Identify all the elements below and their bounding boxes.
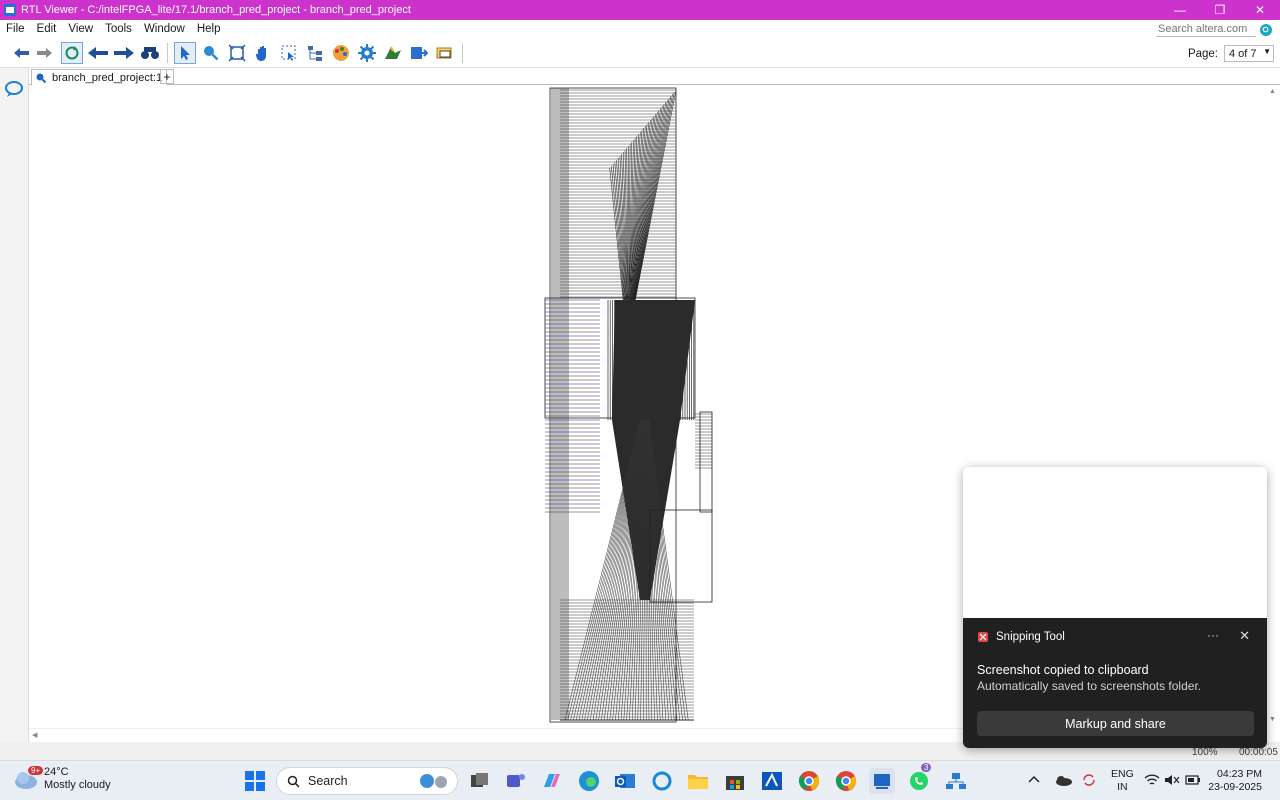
forward-icon[interactable]	[33, 42, 55, 64]
rtl-viewer-taskbar-icon[interactable]	[869, 768, 895, 794]
title-bar: RTL Viewer - C:/intelFPGA_lite/17.1/bran…	[0, 0, 1280, 20]
elapsed-time: 00:00:05	[1239, 747, 1278, 758]
language-code: ENG	[1111, 768, 1134, 780]
toolbar: Page: 4 of 7 ▼	[0, 38, 1280, 68]
scroll-down-icon[interactable]: ▼	[1269, 716, 1276, 723]
close-window-button[interactable]: ✕	[1240, 0, 1280, 20]
scroll-up-icon[interactable]: ▲	[1269, 88, 1276, 95]
toast-headline: Screenshot copied to clipboard	[977, 663, 1149, 677]
settings-icon[interactable]	[356, 42, 378, 64]
restore-button[interactable]: ❐	[1200, 0, 1240, 20]
weather-badge: 9+	[28, 766, 44, 775]
left-rail	[0, 68, 29, 742]
edge-icon[interactable]	[577, 769, 601, 793]
teams-icon[interactable]	[504, 769, 528, 793]
clock-date: 23-09-2025	[1208, 781, 1262, 793]
menu-bar: File Edit View Tools Window Help	[0, 20, 1280, 38]
refresh-icon[interactable]	[61, 42, 83, 64]
store-icon[interactable]	[723, 769, 747, 793]
copilot-icon[interactable]	[540, 769, 564, 793]
window-title: RTL Viewer - C:/intelFPGA_lite/17.1/bran…	[21, 4, 411, 16]
chrome-icon[interactable]	[797, 769, 821, 793]
page-control: Page: 4 of 7 ▼	[1188, 45, 1274, 62]
region-code: IN	[1117, 781, 1128, 793]
taskbar-search-label: Search	[308, 774, 348, 788]
close-icon[interactable]: ✕	[1239, 628, 1250, 644]
netlist-navigator-icon[interactable]	[304, 42, 326, 64]
toast-subtext: Automatically saved to screenshots folde…	[977, 679, 1202, 693]
zoom-level: 100%	[1192, 747, 1218, 758]
onedrive-icon[interactable]	[1054, 774, 1072, 790]
weather-temp: 24°C	[44, 766, 69, 778]
previous-page-icon[interactable]	[87, 42, 109, 64]
zoom-tool-icon[interactable]	[200, 42, 222, 64]
task-view-icon[interactable]	[468, 769, 492, 793]
property-icon[interactable]	[434, 42, 456, 64]
cortana-ring-icon[interactable]	[650, 769, 674, 793]
search-highlight-icon	[420, 774, 447, 788]
menu-view[interactable]: View	[62, 23, 99, 35]
quartus-icon[interactable]	[760, 769, 784, 793]
clock[interactable]: 04:23 PM 23-09-2025	[1208, 768, 1262, 794]
file-explorer-icon[interactable]	[686, 769, 710, 793]
volume-muted-icon[interactable]	[1164, 773, 1180, 791]
snipping-tool-icon	[978, 632, 988, 642]
color-palette-icon[interactable]	[330, 42, 352, 64]
tab-label: branch_pred_project:1	[52, 71, 163, 84]
export-icon[interactable]	[408, 42, 430, 64]
toast-app-name: Snipping Tool	[996, 631, 1065, 643]
clock-time: 04:23 PM	[1217, 768, 1262, 780]
menu-help[interactable]: Help	[191, 23, 227, 35]
search-icon	[287, 775, 300, 788]
selection-tool-icon[interactable]	[174, 42, 196, 64]
battery-icon[interactable]	[1185, 774, 1201, 790]
network-share-icon[interactable]	[944, 769, 968, 793]
chevron-up-icon[interactable]	[1028, 774, 1040, 788]
chrome-profile-icon[interactable]	[834, 769, 858, 793]
next-page-icon[interactable]	[113, 42, 135, 64]
menu-edit[interactable]: Edit	[31, 23, 63, 35]
wifi-icon[interactable]	[1144, 773, 1160, 791]
screenshot-preview[interactable]	[963, 467, 1267, 618]
language-indicator[interactable]: ENG IN	[1111, 768, 1134, 794]
find-icon[interactable]	[139, 42, 161, 64]
bird-icon[interactable]	[382, 42, 404, 64]
snipping-tool-notification: Snipping Tool ··· ✕ Screenshot copied to…	[963, 467, 1267, 748]
search-altera	[1156, 22, 1272, 37]
sync-icon[interactable]	[1081, 772, 1097, 792]
scroll-left-icon[interactable]: ◀	[32, 731, 37, 739]
hand-tool-icon[interactable]	[252, 42, 274, 64]
rtl-view-tab-icon	[35, 72, 47, 87]
add-tab-button[interactable]: +	[160, 69, 174, 84]
whatsapp-icon[interactable]: 3	[907, 763, 932, 793]
menu-window[interactable]: Window	[138, 23, 191, 35]
search-altera-input[interactable]	[1156, 22, 1256, 37]
area-select-icon[interactable]	[278, 42, 300, 64]
tab-branch-pred-project[interactable]: branch_pred_project:1	[31, 69, 168, 87]
rtl-viewer-app-icon	[4, 4, 16, 16]
back-icon[interactable]	[11, 42, 33, 64]
weather-desc: Mostly cloudy	[44, 779, 111, 791]
search-go-icon[interactable]	[1260, 23, 1272, 36]
menu-tools[interactable]: Tools	[99, 23, 138, 35]
chevron-down-icon: ▼	[1263, 47, 1271, 56]
more-options-icon[interactable]: ···	[1207, 628, 1219, 642]
outlook-icon[interactable]	[613, 769, 637, 793]
markup-and-share-button[interactable]: Markup and share	[977, 711, 1254, 736]
menu-file[interactable]: File	[0, 23, 31, 35]
page-select[interactable]: 4 of 7 ▼	[1224, 45, 1274, 62]
schematic-bus-bundle	[612, 300, 695, 600]
page-label: Page:	[1187, 47, 1218, 60]
tab-row: branch_pred_project:1 +	[29, 68, 1280, 85]
taskbar-search[interactable]: Search	[276, 767, 458, 795]
minimize-button[interactable]: —	[1160, 0, 1200, 20]
chat-bubble-icon[interactable]	[5, 80, 23, 101]
weather-widget[interactable]: 9+ 24°C Mostly cloudy	[14, 766, 111, 792]
page-value: 4 of 7	[1229, 47, 1257, 60]
fit-window-icon[interactable]	[226, 42, 248, 64]
vertical-scrollbar[interactable]: ▲ ▼	[1266, 86, 1280, 728]
taskbar: 9+ 24°C Mostly cloudy Search 3 ENG IN 04…	[0, 760, 1280, 800]
start-button[interactable]	[245, 771, 265, 791]
